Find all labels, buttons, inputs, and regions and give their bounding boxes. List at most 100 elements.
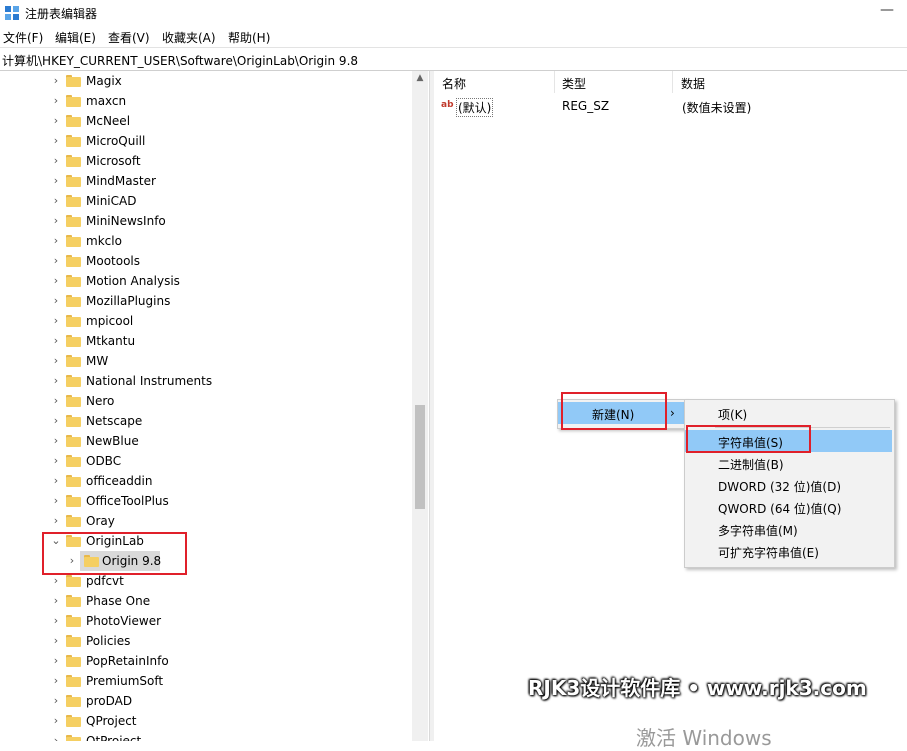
tree-item[interactable]: › PhotoViewer xyxy=(0,611,412,631)
folder-icon xyxy=(66,315,81,327)
chevron-right-icon[interactable]: › xyxy=(50,94,62,108)
chevron-right-icon[interactable]: › xyxy=(50,574,62,588)
chevron-right-icon[interactable]: › xyxy=(50,74,62,88)
chevron-right-icon[interactable]: › xyxy=(50,234,62,248)
chevron-right-icon[interactable]: › xyxy=(50,434,62,448)
tree-item[interactable]: › MiniNewsInfo xyxy=(0,211,412,231)
tree-item-label: MindMaster xyxy=(86,174,156,188)
tree-item[interactable]: › Phase One xyxy=(0,591,412,611)
column-name[interactable]: 名称 xyxy=(442,75,466,92)
chevron-right-icon[interactable]: › xyxy=(50,314,62,328)
tree-item[interactable]: › NewBlue xyxy=(0,431,412,451)
chevron-right-icon[interactable]: › xyxy=(50,674,62,688)
tree-item-label: MiniCAD xyxy=(86,194,137,208)
tree-item[interactable]: › PremiumSoft xyxy=(0,671,412,691)
chevron-right-icon[interactable]: › xyxy=(50,214,62,228)
tree-item[interactable]: › Policies xyxy=(0,631,412,651)
tree-item[interactable]: › MicroQuill xyxy=(0,131,412,151)
tree-item[interactable]: › maxcn xyxy=(0,91,412,111)
tree-item[interactable]: › Mtkantu xyxy=(0,331,412,351)
chevron-right-icon[interactable]: › xyxy=(50,734,62,741)
tree-item[interactable]: › PopRetainInfo xyxy=(0,651,412,671)
tree-item[interactable]: › MozillaPlugins xyxy=(0,291,412,311)
column-data[interactable]: 数据 xyxy=(681,75,705,92)
submenu-item[interactable]: 项(K) xyxy=(685,402,892,424)
value-name[interactable]: (默认) xyxy=(456,98,494,117)
folder-icon xyxy=(66,495,81,507)
chevron-right-icon[interactable]: › xyxy=(50,454,62,468)
tree-item[interactable]: › proDAD xyxy=(0,691,412,711)
chevron-right-icon[interactable]: › xyxy=(50,694,62,708)
tree-item[interactable]: › National Instruments xyxy=(0,371,412,391)
folder-icon xyxy=(66,475,81,487)
submenu-item[interactable]: QWORD (64 位)值(Q) xyxy=(685,496,892,518)
tree-item[interactable]: › Netscape xyxy=(0,411,412,431)
tree-item[interactable]: › officeaddin xyxy=(0,471,412,491)
chevron-right-icon[interactable]: › xyxy=(50,334,62,348)
column-divider[interactable] xyxy=(554,71,555,93)
menu-favorites[interactable]: 收藏夹(A) xyxy=(162,29,216,46)
chevron-right-icon[interactable]: › xyxy=(50,494,62,508)
chevron-right-icon[interactable]: › xyxy=(50,114,62,128)
chevron-right-icon[interactable]: › xyxy=(50,254,62,268)
tree-item[interactable]: › OfficeToolPlus xyxy=(0,491,412,511)
tree-item[interactable]: › Motion Analysis xyxy=(0,271,412,291)
column-type[interactable]: 类型 xyxy=(562,75,586,92)
chevron-right-icon[interactable]: › xyxy=(50,514,62,528)
chevron-right-icon[interactable]: › xyxy=(50,174,62,188)
tree-item-label: MiniNewsInfo xyxy=(86,214,166,228)
folder-icon xyxy=(66,595,81,607)
tree-item[interactable]: › Mootools xyxy=(0,251,412,271)
scroll-up-icon[interactable]: ▲ xyxy=(412,73,428,85)
chevron-right-icon[interactable]: › xyxy=(50,474,62,488)
tree-item-label: proDAD xyxy=(86,694,133,708)
menu-help[interactable]: 帮助(H) xyxy=(228,29,270,46)
chevron-right-icon[interactable]: › xyxy=(50,414,62,428)
scroll-thumb[interactable] xyxy=(415,405,425,509)
folder-icon xyxy=(66,615,81,627)
tree-item[interactable]: › Oray xyxy=(0,511,412,531)
activate-windows-notice: 激活 Windows xyxy=(636,726,772,750)
chevron-right-icon[interactable]: › xyxy=(50,374,62,388)
tree-item[interactable]: › Magix xyxy=(0,71,412,91)
chevron-right-icon[interactable]: › xyxy=(50,354,62,368)
chevron-right-icon[interactable]: › xyxy=(50,154,62,168)
chevron-right-icon[interactable]: › xyxy=(50,274,62,288)
tree-item[interactable]: › MindMaster xyxy=(0,171,412,191)
folder-icon xyxy=(66,175,81,187)
submenu-item[interactable]: 可扩充字符串值(E) xyxy=(685,540,892,562)
tree-item[interactable]: › QtProject xyxy=(0,731,412,741)
chevron-right-icon[interactable]: › xyxy=(50,394,62,408)
menu-view[interactable]: 查看(V) xyxy=(108,29,150,46)
minimize-button[interactable]: — xyxy=(872,2,902,22)
tree-item[interactable]: › MW xyxy=(0,351,412,371)
address-bar[interactable]: 计算机\HKEY_CURRENT_USER\Software\OriginLab… xyxy=(0,47,907,71)
menu-edit[interactable]: 编辑(E) xyxy=(55,29,96,46)
chevron-right-icon[interactable]: › xyxy=(50,634,62,648)
chevron-right-icon[interactable]: › xyxy=(50,594,62,608)
column-divider[interactable] xyxy=(672,71,673,93)
folder-icon xyxy=(66,355,81,367)
chevron-right-icon[interactable]: › xyxy=(50,194,62,208)
tree-item[interactable]: › McNeel xyxy=(0,111,412,131)
chevron-right-icon[interactable]: › xyxy=(50,654,62,668)
tree-item[interactable]: › ODBC xyxy=(0,451,412,471)
tree-item-label: OfficeToolPlus xyxy=(86,494,169,508)
tree-item[interactable]: › QProject xyxy=(0,711,412,731)
submenu-item[interactable]: DWORD (32 位)值(D) xyxy=(685,474,892,496)
chevron-right-icon[interactable]: › xyxy=(50,714,62,728)
tree-item[interactable]: › mpicool xyxy=(0,311,412,331)
tree-item[interactable]: › mkclo xyxy=(0,231,412,251)
chevron-right-icon[interactable]: › xyxy=(50,294,62,308)
menu-file[interactable]: 文件(F) xyxy=(3,29,43,46)
tree-item[interactable]: › MiniCAD xyxy=(0,191,412,211)
tree-item[interactable]: › Microsoft xyxy=(0,151,412,171)
chevron-right-icon[interactable]: › xyxy=(50,614,62,628)
submenu-item[interactable]: 多字符串值(M) xyxy=(685,518,892,540)
registry-tree[interactable]: › Magix › maxcn › McNeel › MicroQuill › Microsoft… xyxy=(0,71,412,741)
tree-item[interactable]: › Nero xyxy=(0,391,412,411)
chevron-right-icon[interactable]: › xyxy=(50,134,62,148)
tree-scrollbar[interactable]: ▲ xyxy=(412,71,428,741)
folder-icon xyxy=(66,255,81,267)
submenu-item[interactable]: 二进制值(B) xyxy=(685,452,892,474)
